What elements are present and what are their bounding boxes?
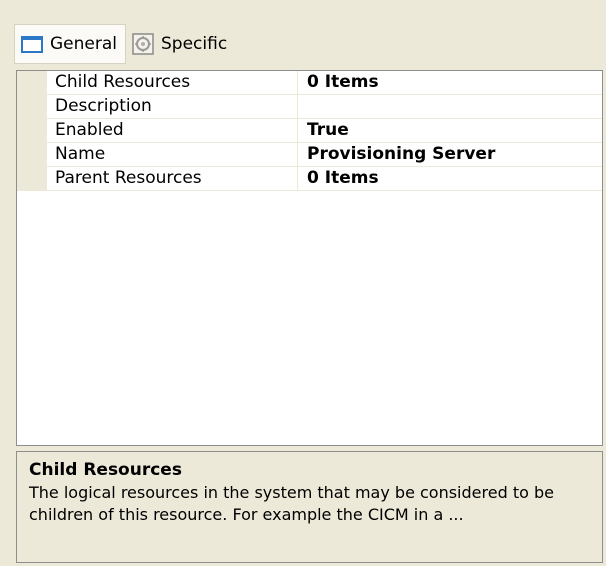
row-margin: [17, 95, 47, 118]
tab-toolbar: General Specific: [14, 24, 235, 64]
row-margin: [17, 119, 47, 142]
column-divider: [297, 95, 298, 118]
property-name: Enabled: [55, 120, 124, 140]
help-description: The logical resources in the system that…: [29, 483, 554, 524]
tab-general[interactable]: General: [14, 24, 126, 64]
property-grid: Child Resources 0 Items Description Enab…: [16, 70, 603, 446]
property-row-name[interactable]: Name Provisioning Server: [17, 143, 602, 167]
property-name: Description: [55, 96, 152, 116]
column-divider: [297, 119, 298, 142]
property-name: Child Resources: [55, 72, 191, 92]
property-row-enabled[interactable]: Enabled True: [17, 119, 602, 143]
tab-specific-label: Specific: [161, 34, 228, 54]
tab-general-label: General: [50, 34, 117, 54]
property-value[interactable]: Provisioning Server: [307, 143, 602, 166]
column-divider: [297, 71, 298, 94]
tab-specific[interactable]: Specific: [126, 24, 235, 64]
column-divider: [297, 167, 298, 190]
specific-icon: [132, 33, 154, 55]
row-margin: [17, 71, 47, 94]
property-name: Name: [55, 144, 106, 164]
property-row-parent-resources[interactable]: Parent Resources 0 Items: [17, 167, 602, 191]
property-name: Parent Resources: [55, 168, 202, 188]
help-pane: Child Resources The logical resources in…: [16, 451, 603, 563]
property-value[interactable]: 0 Items: [307, 167, 602, 190]
property-panel: General Specific Child Resources 0 Items…: [0, 0, 606, 566]
row-margin: [17, 143, 47, 166]
general-icon: [21, 35, 43, 53]
property-value[interactable]: [307, 95, 602, 118]
property-row-description[interactable]: Description: [17, 95, 602, 119]
column-divider: [297, 143, 298, 166]
property-value[interactable]: 0 Items: [307, 71, 602, 94]
help-title: Child Resources: [29, 460, 182, 480]
row-margin: [17, 167, 47, 190]
property-value[interactable]: True: [307, 119, 602, 142]
property-row-child-resources[interactable]: Child Resources 0 Items: [17, 71, 602, 95]
